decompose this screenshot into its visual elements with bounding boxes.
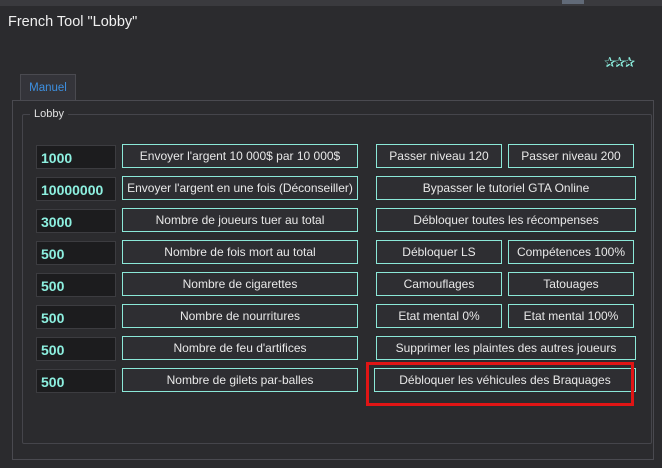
tab-manuel[interactable]: Manuel — [20, 74, 76, 101]
supprimer-plaintes-button[interactable]: Supprimer les plaintes des autres joueur… — [376, 336, 636, 360]
value-field[interactable]: 500 — [36, 241, 116, 265]
etat-mental-0-button[interactable]: Etat mental 0% — [376, 304, 502, 328]
value-field[interactable]: 10000000 — [36, 177, 116, 201]
value-field[interactable]: 500 — [36, 369, 116, 393]
envoyer-argent-une-fois-button[interactable]: Envoyer l'argent en une fois (Déconseill… — [122, 176, 358, 200]
top-strip — [0, 0, 662, 6]
value-field[interactable]: 500 — [36, 305, 116, 329]
value-field[interactable]: 500 — [36, 337, 116, 361]
value-field[interactable]: 3000 — [36, 209, 116, 233]
value-field[interactable]: 500 — [36, 273, 116, 297]
bypass-tutoriel-button[interactable]: Bypasser le tutoriel GTA Online — [376, 176, 636, 200]
cigarettes-button[interactable]: Nombre de cigarettes — [122, 272, 358, 296]
envoyer-argent-10000-button[interactable]: Envoyer l'argent 10 000$ par 10 000$ — [122, 144, 358, 168]
competences-button[interactable]: Compétences 100% — [508, 240, 634, 264]
top-strip-blip — [562, 0, 584, 4]
debloquer-recompenses-button[interactable]: Débloquer toutes les récompenses — [376, 208, 636, 232]
highlight-box — [366, 362, 634, 406]
nourritures-button[interactable]: Nombre de nourritures — [122, 304, 358, 328]
window-title: French Tool "Lobby" — [8, 14, 138, 30]
etat-mental-100-button[interactable]: Etat mental 100% — [508, 304, 634, 328]
passer-niveau-200-button[interactable]: Passer niveau 200 — [508, 144, 634, 168]
debloquer-ls-button[interactable]: Débloquer LS — [376, 240, 502, 264]
joueurs-tuer-button[interactable]: Nombre de joueurs tuer au total — [122, 208, 358, 232]
tatouages-button[interactable]: Tatouages — [508, 272, 634, 296]
feu-artifices-button[interactable]: Nombre de feu d'artifices — [122, 336, 358, 360]
fois-mort-button[interactable]: Nombre de fois mort au total — [122, 240, 358, 264]
gilets-par-balles-button[interactable]: Nombre de gilets par-balles — [122, 368, 358, 392]
group-title: Lobby — [30, 108, 68, 120]
camouflages-button[interactable]: Camouflages — [376, 272, 502, 296]
stars-icon: ✰✰✰ — [604, 55, 635, 71]
value-field[interactable]: 1000 — [36, 145, 116, 169]
passer-niveau-120-button[interactable]: Passer niveau 120 — [376, 144, 502, 168]
